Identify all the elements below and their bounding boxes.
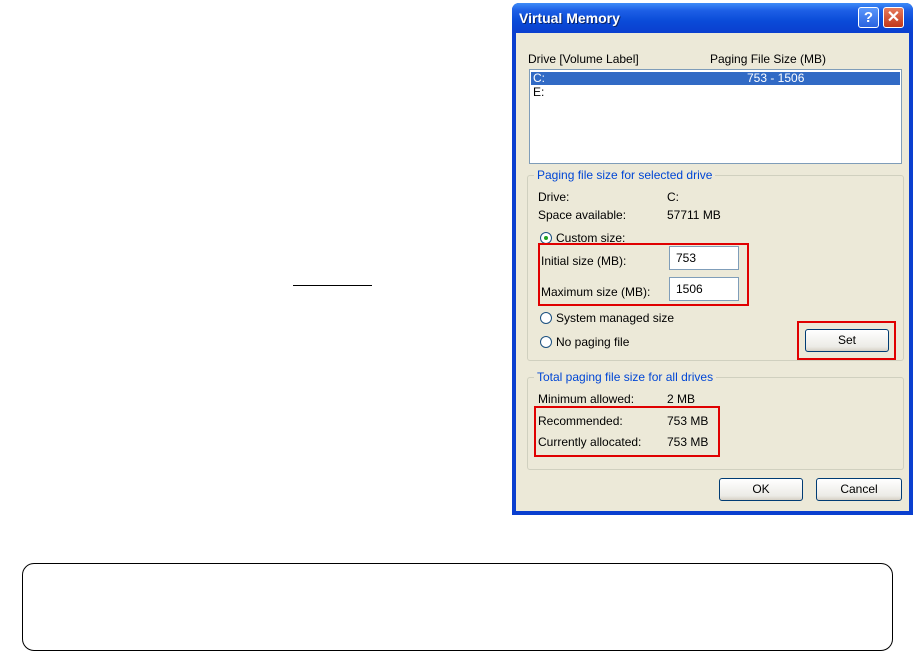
minimum-allowed-value: 2 MB <box>667 392 696 406</box>
size-column-header: Paging File Size (MB) <box>710 52 827 66</box>
no-paging-file-label[interactable]: No paging file <box>556 335 629 349</box>
paging-size: 753 - 1506 <box>747 71 805 85</box>
space-available-value: 57711 MB <box>667 208 721 222</box>
help-button[interactable]: ? <box>858 7 879 28</box>
highlight-box-set <box>797 321 896 360</box>
highlight-box-totals <box>534 406 720 457</box>
system-managed-label[interactable]: System managed size <box>556 311 674 325</box>
drive-value: C: <box>667 190 679 204</box>
dialog-client: Drive [Volume Label] Paging File Size (M… <box>516 33 909 511</box>
radio-dot <box>544 236 548 240</box>
title-bar[interactable]: Virtual Memory ? ✕ <box>512 3 913 33</box>
drive-letter: C: <box>533 71 545 85</box>
list-item[interactable]: C: 753 - 1506 <box>531 72 900 85</box>
minimum-allowed-label: Minimum allowed: <box>538 392 635 406</box>
caption-box <box>22 563 893 651</box>
close-button[interactable]: ✕ <box>883 7 904 28</box>
highlight-box-size-fields <box>538 243 749 306</box>
no-paging-file-radio[interactable] <box>540 336 552 348</box>
group-title: Paging file size for selected drive <box>534 168 716 182</box>
drive-column-header: Drive [Volume Label] <box>528 52 639 66</box>
drive-label: Drive: <box>538 190 570 204</box>
drive-letter: E: <box>533 85 545 99</box>
dialog-title: Virtual Memory <box>519 10 620 26</box>
ok-button[interactable]: OK <box>719 478 803 501</box>
underline-mark <box>293 285 372 286</box>
space-available-label: Space available: <box>538 208 627 222</box>
list-item[interactable]: E: <box>531 86 900 99</box>
system-managed-radio[interactable] <box>540 312 552 324</box>
group-title: Total paging file size for all drives <box>534 370 717 384</box>
drive-list[interactable]: C: 753 - 1506 E: <box>529 69 902 164</box>
virtual-memory-dialog: Virtual Memory ? ✕ Drive [Volume Label] … <box>512 3 913 515</box>
cancel-button[interactable]: Cancel <box>816 478 902 501</box>
